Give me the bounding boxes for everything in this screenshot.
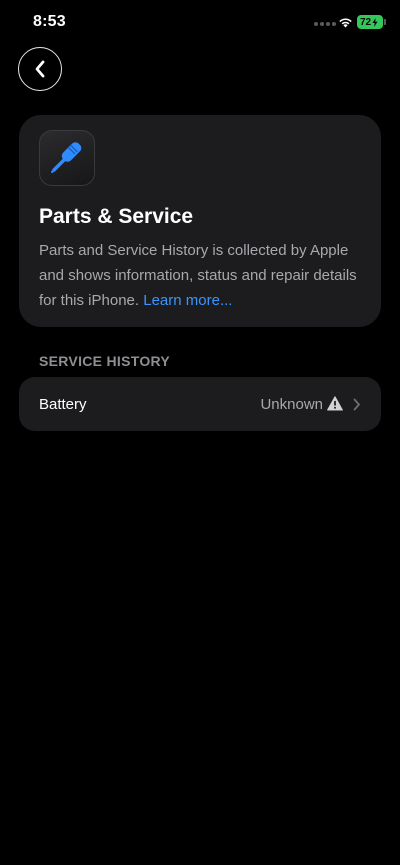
- row-value: Unknown: [260, 396, 323, 413]
- status-time: 8:53: [33, 13, 66, 30]
- card-description: Parts and Service History is collected b…: [39, 238, 369, 313]
- wifi-icon: [339, 18, 352, 28]
- status-bar: 8:53 72: [0, 0, 400, 46]
- battery-level: 72: [359, 16, 372, 28]
- parts-service-app-icon: [39, 130, 95, 186]
- charging-bolt-icon: [372, 17, 378, 27]
- row-label: Battery: [39, 396, 87, 413]
- battery-nub: [384, 19, 386, 25]
- back-button[interactable]: [18, 47, 62, 91]
- screwdriver-icon: [51, 142, 82, 173]
- page-title: Parts & Service: [39, 205, 194, 228]
- warning-triangle-icon: [327, 396, 343, 411]
- parts-service-card: Parts & Service Parts and Service Histor…: [19, 115, 381, 327]
- chevron-left-icon: [35, 60, 45, 78]
- learn-more-link[interactable]: Learn more...: [143, 292, 232, 309]
- cellular-signal-icon: [314, 22, 336, 26]
- battery-charging-icon: 72: [357, 15, 383, 29]
- battery-service-row[interactable]: Battery Unknown: [19, 377, 381, 431]
- chevron-right-icon: [353, 398, 360, 411]
- service-history-header: SERVICE HISTORY: [39, 353, 171, 369]
